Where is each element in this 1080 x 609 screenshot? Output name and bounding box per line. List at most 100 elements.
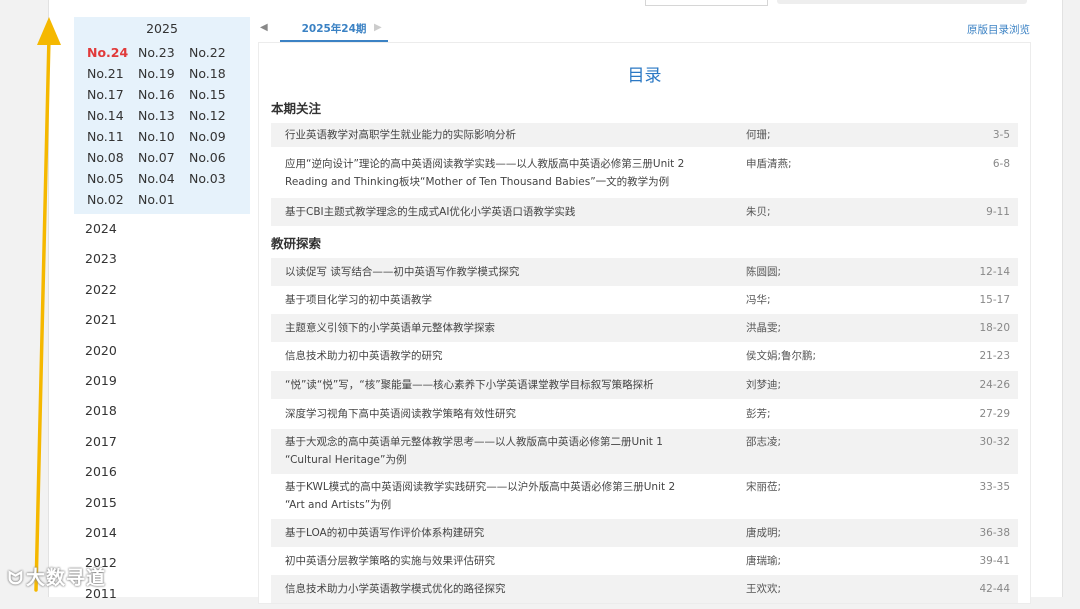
article-pages: 6-8	[992, 158, 1010, 170]
article-title[interactable]: 基于LOA的初中英语写作评价体系构建研究	[285, 524, 685, 542]
article-pages: 9-11	[986, 206, 1010, 218]
issue-item[interactable]: No.05	[87, 168, 138, 189]
article-authors: 朱贝;	[746, 206, 771, 218]
issue-item[interactable]: No.02	[87, 189, 138, 210]
article-row[interactable]: 以读促写 读写结合——初中英语写作教学模式探究 陈圆圆; 12-14	[271, 258, 1018, 286]
issue-tabs: ◀ 2025年24期 ▶ 原版目录浏览	[258, 17, 1030, 42]
article-title[interactable]: 信息技术助力小学英语教学模式优化的路径探究	[285, 580, 685, 598]
article-title[interactable]: 深度学习视角下高中英语阅读教学策略有效性研究	[285, 405, 685, 423]
article-row[interactable]: 基于KWL模式的高中英语阅读教学实践研究——以沪外版高中英语必修第三册Unit …	[271, 474, 1018, 519]
article-pages: 21-23	[979, 350, 1010, 362]
article-title[interactable]: 行业英语教学对高职学生就业能力的实际影响分析	[285, 126, 685, 144]
issue-item[interactable]: No.21	[87, 63, 138, 84]
article-row[interactable]: 主题意义引领下的小学英语单元整体教学探索 洪晶雯; 18-20	[271, 314, 1018, 342]
year-item[interactable]: 2019	[74, 366, 250, 396]
article-authors: 何珊;	[746, 129, 771, 141]
top-field[interactable]	[645, 0, 768, 6]
article-authors: 申盾清燕;	[746, 158, 792, 170]
article-pages: 12-14	[979, 266, 1010, 278]
article-row[interactable]: 信息技术助力初中英语教学的研究 侯文娟;鲁尔鹏; 21-23	[271, 342, 1018, 370]
year-item[interactable]: 2024	[74, 214, 250, 244]
article-authors: 刘梦迪;	[746, 379, 782, 391]
article-row[interactable]: 基于LOA的初中英语写作评价体系构建研究 唐成明; 36-38	[271, 519, 1018, 547]
article-title[interactable]: 基于CBI主题式教学理念的生成式AI优化小学英语口语教学实践	[285, 203, 685, 221]
article-row[interactable]: 应用“逆向设计”理论的高中英语阅读教学实践——以人教版高中英语必修第三册Unit…	[271, 151, 1018, 196]
issue-item[interactable]: No.09	[189, 126, 240, 147]
article-title[interactable]: 信息技术助力初中英语教学的研究	[285, 347, 685, 365]
article-pages: 30-32	[979, 436, 1010, 448]
article-authors: 唐成明;	[746, 527, 782, 539]
article-row[interactable]: 初中英语分层教学策略的实施与效果评估研究 唐瑞瑜; 39-41	[271, 547, 1018, 575]
article-row[interactable]: 基于CBI主题式教学理念的生成式AI优化小学英语口语教学实践 朱贝; 9-11	[271, 198, 1018, 226]
issue-item[interactable]: No.07	[138, 147, 189, 168]
article-row[interactable]: 信息技术助力小学英语教学模式优化的路径探究 王欢欢; 42-44	[271, 575, 1018, 603]
year-item[interactable]: 2015	[74, 488, 250, 518]
article-row[interactable]: 深度学习视角下高中英语阅读教学策略有效性研究 彭芳; 27-29	[271, 400, 1018, 428]
article-authors: 洪晶雯;	[746, 322, 782, 334]
article-pages: 27-29	[979, 408, 1010, 420]
issue-item[interactable]: No.17	[87, 84, 138, 105]
year-item[interactable]: 2021	[74, 305, 250, 335]
issue-item[interactable]: No.04	[138, 168, 189, 189]
issue-item[interactable]: No.23	[138, 42, 189, 63]
issue-item[interactable]: No.19	[138, 63, 189, 84]
issue-item[interactable]: No.03	[189, 168, 240, 189]
article-title[interactable]: “悦”读“悦”写，“核”聚能量——核心素养下小学英语课堂教学目标叙写策略探析	[285, 376, 685, 394]
article-authors: 王欢欢;	[746, 583, 782, 595]
year-item[interactable]: 2022	[74, 275, 250, 305]
issue-item[interactable]: No.01	[138, 189, 189, 210]
article-pages: 36-38	[979, 527, 1010, 539]
section-heading: 本期关注	[271, 101, 322, 116]
article-title[interactable]: 基于大观念的高中英语单元整体教学思考——以人教版高中英语必修第二册Unit 1 …	[285, 433, 685, 469]
issue-item[interactable]: No.15	[189, 84, 240, 105]
issue-item[interactable]: No.08	[87, 147, 138, 168]
original-toc-link[interactable]: 原版目录浏览	[967, 22, 1030, 37]
issue-item[interactable]: No.14	[87, 105, 138, 126]
issue-item[interactable]: No.10	[138, 126, 189, 147]
watermark-text: 大数寻道	[25, 567, 106, 589]
article-pages: 33-35	[979, 481, 1010, 493]
year-item[interactable]: 2014	[74, 518, 250, 548]
issue-item[interactable]: No.06	[189, 147, 240, 168]
article-title[interactable]: 主题意义引领下的小学英语单元整体教学探索	[285, 319, 685, 337]
toc-panel: 目录 本期关注 行业英语教学对高职学生就业能力的实际影响分析 何珊; 3-5 应用“逆向…	[258, 42, 1031, 604]
article-row[interactable]: “悦”读“悦”写，“核”聚能量——核心素养下小学英语课堂教学目标叙写策略探析 刘梦…	[271, 371, 1018, 399]
watermark: ᗢ 大数寻道	[8, 563, 106, 590]
year-item[interactable]: 2017	[74, 427, 250, 457]
article-pages: 15-17	[979, 294, 1010, 306]
article-title[interactable]: 初中英语分层教学策略的实施与效果评估研究	[285, 552, 685, 570]
tab-current-issue[interactable]: 2025年24期	[280, 17, 388, 42]
issue-item[interactable]: No.11	[87, 126, 138, 147]
annotation-arrow	[34, 17, 61, 592]
section-heading: 教研探索	[271, 236, 322, 251]
top-search-field[interactable]	[777, 0, 1027, 4]
article-authors: 陈圆圆;	[746, 266, 782, 278]
year-item[interactable]: 2016	[74, 457, 250, 487]
article-authors: 侯文娟;鲁尔鹏;	[746, 350, 817, 362]
year-item[interactable]: 2023	[74, 244, 250, 274]
issue-item[interactable]: No.13	[138, 105, 189, 126]
year-issue-sidebar: 2025 No.24 No.23 No.22 No.21 No.19 No.18 No.17…	[74, 17, 250, 609]
issue-item[interactable]: No.16	[138, 84, 189, 105]
article-row[interactable]: 基于大观念的高中英语单元整体教学思考——以人教版高中英语必修第二册Unit 1 …	[271, 429, 1018, 474]
triangle-left-icon[interactable]: ◀	[260, 22, 268, 33]
triangle-right-icon[interactable]: ▶	[374, 22, 382, 33]
issue-item[interactable]: No.24	[87, 42, 138, 63]
issue-item[interactable]: No.22	[189, 42, 240, 63]
article-pages: 24-26	[979, 379, 1010, 391]
article-title[interactable]: 以读促写 读写结合——初中英语写作教学模式探究	[285, 263, 685, 281]
article-title[interactable]: 基于KWL模式的高中英语阅读教学实践研究——以沪外版高中英语必修第三册Unit …	[285, 478, 685, 514]
article-title[interactable]: 基于项目化学习的初中英语教学	[285, 291, 685, 309]
year-2025-header[interactable]: 2025	[74, 17, 250, 41]
year-item[interactable]: 2020	[74, 336, 250, 366]
issue-list: No.24 No.23 No.22 No.21 No.19 No.18 No.17 No.16…	[74, 41, 250, 214]
article-authors: 唐瑞瑜;	[746, 555, 782, 567]
issue-item[interactable]: No.12	[189, 105, 240, 126]
year-item[interactable]: 2018	[74, 396, 250, 426]
issue-item[interactable]: No.18	[189, 63, 240, 84]
article-title[interactable]: 应用“逆向设计”理论的高中英语阅读教学实践——以人教版高中英语必修第三册Unit…	[285, 155, 685, 191]
article-pages: 42-44	[979, 583, 1010, 595]
year-block-active: 2025 No.24 No.23 No.22 No.21 No.19 No.18 No.17…	[74, 17, 250, 214]
article-row[interactable]: 行业英语教学对高职学生就业能力的实际影响分析 何珊; 3-5	[271, 123, 1018, 147]
article-row[interactable]: 基于项目化学习的初中英语教学 冯华; 15-17	[271, 286, 1018, 314]
